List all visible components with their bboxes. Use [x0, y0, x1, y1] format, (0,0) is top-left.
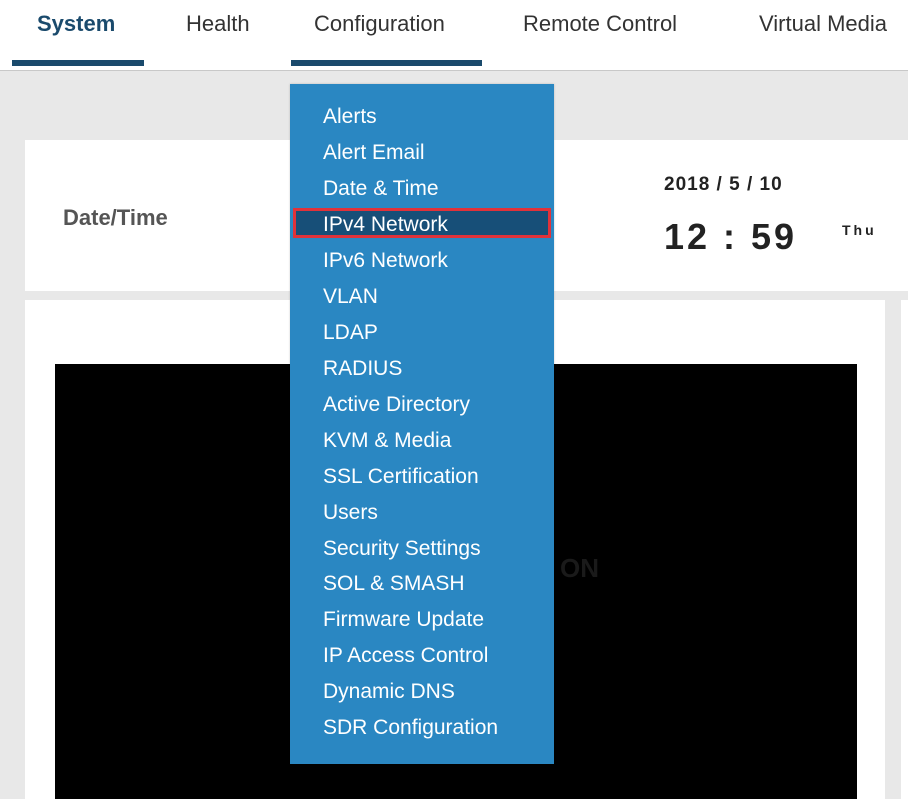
- configuration-dropdown-menu: Alerts Alert Email Date & Time IPv4 Netw…: [290, 84, 554, 764]
- menu-item-firmware-update[interactable]: Firmware Update: [323, 608, 484, 632]
- menu-item-active-directory[interactable]: Active Directory: [323, 393, 470, 417]
- current-time: 12 : 59: [664, 216, 798, 257]
- current-day: Thu: [842, 222, 877, 238]
- active-tab-indicator: [12, 60, 144, 66]
- menu-item-radius[interactable]: RADIUS: [323, 357, 402, 381]
- tab-remote-control[interactable]: Remote Control: [523, 0, 677, 70]
- menu-item-dynamic-dns[interactable]: Dynamic DNS: [323, 680, 455, 704]
- menu-item-ipv4-network[interactable]: IPv4 Network: [323, 213, 448, 237]
- menu-item-ssl-certification[interactable]: SSL Certification: [323, 465, 479, 489]
- menu-item-sol-smash[interactable]: SOL & SMASH: [323, 572, 465, 596]
- menu-item-sdr-configuration[interactable]: SDR Configuration: [323, 716, 498, 740]
- menu-item-ldap[interactable]: LDAP: [323, 321, 378, 345]
- datetime-label: Date/Time: [63, 205, 168, 230]
- menu-item-date-time[interactable]: Date & Time: [323, 177, 439, 201]
- top-navigation: System Health Configuration Remote Contr…: [0, 0, 908, 71]
- power-status-text: ON: [560, 553, 599, 583]
- menu-item-vlan[interactable]: VLAN: [323, 285, 378, 309]
- open-tab-indicator: [291, 60, 482, 66]
- menu-item-alert-email[interactable]: Alert Email: [323, 141, 425, 165]
- menu-item-ip-access-control[interactable]: IP Access Control: [323, 644, 488, 668]
- menu-item-security-settings[interactable]: Security Settings: [323, 537, 481, 561]
- current-date: 2018 / 5 / 10: [664, 174, 783, 195]
- menu-item-alerts[interactable]: Alerts: [323, 105, 377, 129]
- menu-item-kvm-media[interactable]: KVM & Media: [323, 429, 451, 453]
- tab-virtual-media[interactable]: Virtual Media: [759, 0, 887, 70]
- menu-item-users[interactable]: Users: [323, 501, 378, 525]
- menu-item-ipv6-network[interactable]: IPv6 Network: [323, 249, 448, 273]
- next-panel-edge: [901, 300, 908, 799]
- tab-health[interactable]: Health: [186, 0, 250, 70]
